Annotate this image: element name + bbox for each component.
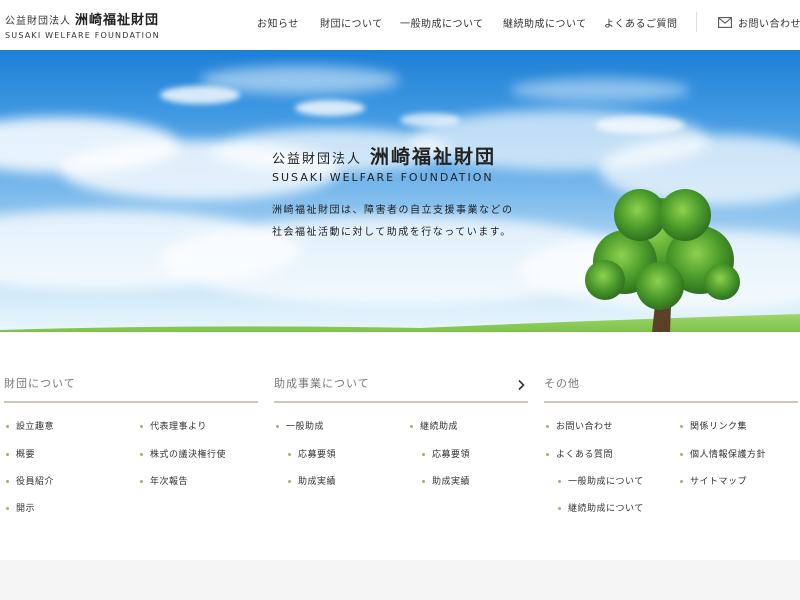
link-continuing-application-guide[interactable]: 応募要領 <box>422 447 470 460</box>
link-privacy-policy[interactable]: 個人情報保護方針 <box>680 447 766 460</box>
bullet-icon <box>680 480 683 483</box>
link-general-grant-results[interactable]: 助成実績 <box>288 474 336 487</box>
menu-section-about: 財団について <box>4 373 258 403</box>
contact-label: お問い合わせ <box>738 19 800 30</box>
bullet-icon <box>680 425 683 428</box>
link-officers[interactable]: 役員紹介 <box>6 474 54 487</box>
hero-org-name: 洲崎福祉財団 <box>370 146 497 168</box>
nav-item-faq[interactable]: よくあるご質問 <box>604 15 678 30</box>
link-disclosure[interactable]: 開示 <box>6 501 35 514</box>
site-header: 公益財団法人 洲崎福祉財団 SUSAKI WELFARE FOUNDATION … <box>0 0 800 50</box>
nav-item-general-grant[interactable]: 一般助成について <box>400 15 484 30</box>
hero-text: 公益財団法人 洲崎福祉財団 SUSAKI WELFARE FOUNDATION … <box>272 142 514 244</box>
link-sitemap[interactable]: サイトマップ <box>680 474 747 487</box>
hero-banner: 公益財団法人 洲崎福祉財団 SUSAKI WELFARE FOUNDATION … <box>0 50 800 332</box>
logo-english-name: SUSAKI WELFARE FOUNDATION <box>5 31 160 40</box>
bullet-icon <box>558 507 561 510</box>
link-related-links[interactable]: 関係リンク集 <box>680 419 747 432</box>
link-overview[interactable]: 概要 <box>6 447 35 460</box>
bullet-icon <box>6 507 9 510</box>
link-message-from-director[interactable]: 代表理事より <box>140 419 207 432</box>
link-general-application-guide[interactable]: 応募要領 <box>288 447 336 460</box>
main-nav: お知らせ 財団について 一般助成について 継続助成について よくあるご質問 <box>0 15 800 31</box>
bullet-icon <box>546 453 549 456</box>
link-faq[interactable]: よくある質問 <box>546 447 613 460</box>
nav-item-continuing-grant[interactable]: 継続助成について <box>503 15 587 30</box>
bullet-icon <box>276 425 279 428</box>
bullet-icon <box>140 425 143 428</box>
link-voting-rights[interactable]: 株式の議決権行使 <box>140 447 226 460</box>
hero-english-name: SUSAKI WELFARE FOUNDATION <box>272 171 494 184</box>
nav-item-news[interactable]: お知らせ <box>257 15 299 30</box>
bullet-icon <box>422 453 425 456</box>
link-founding-purpose[interactable]: 設立趣意 <box>6 419 54 432</box>
nav-divider <box>696 12 697 32</box>
section-title-other[interactable]: その他 <box>544 373 798 403</box>
footer-band <box>0 560 800 600</box>
menu-section-other: その他 <box>544 373 798 403</box>
bullet-icon <box>288 453 291 456</box>
link-annual-report[interactable]: 年次報告 <box>140 474 188 487</box>
bullet-icon <box>288 480 291 483</box>
link-general-grant[interactable]: 一般助成 <box>276 419 324 432</box>
bullet-icon <box>6 425 9 428</box>
nav-item-about[interactable]: 財団について <box>320 15 383 30</box>
bullet-icon <box>6 453 9 456</box>
mail-icon <box>718 17 732 28</box>
section-title-about[interactable]: 財団について <box>4 373 258 403</box>
bullet-icon <box>422 480 425 483</box>
link-continuing-grant[interactable]: 継続助成 <box>410 419 458 432</box>
chevron-right-icon <box>518 379 525 391</box>
section-title-grants[interactable]: 助成事業について <box>274 373 528 403</box>
bullet-icon <box>6 480 9 483</box>
bullet-icon <box>558 480 561 483</box>
bullet-icon <box>680 453 683 456</box>
link-contact[interactable]: お問い合わせ <box>546 419 613 432</box>
bullet-icon <box>546 425 549 428</box>
link-faq-continuing-grant[interactable]: 継続助成について <box>558 501 644 514</box>
hero-description: 洲崎福祉財団は、障害者の自立支援事業などの 社会福祉活動に対して助成を行なってい… <box>272 200 514 244</box>
hero-description-line2: 社会福祉活動に対して助成を行なっています。 <box>272 227 512 238</box>
contact-link[interactable]: お問い合わせ <box>718 15 800 30</box>
link-faq-general-grant[interactable]: 一般助成について <box>558 474 644 487</box>
menu-section-grants: 助成事業について <box>274 373 528 403</box>
hero-org-type: 公益財団法人 <box>272 152 363 167</box>
bullet-icon <box>140 453 143 456</box>
hero-description-line1: 洲崎福祉財団は、障害者の自立支援事業などの <box>272 205 514 216</box>
bullet-icon <box>140 480 143 483</box>
link-continuing-grant-results[interactable]: 助成実績 <box>422 474 470 487</box>
bullet-icon <box>410 425 413 428</box>
